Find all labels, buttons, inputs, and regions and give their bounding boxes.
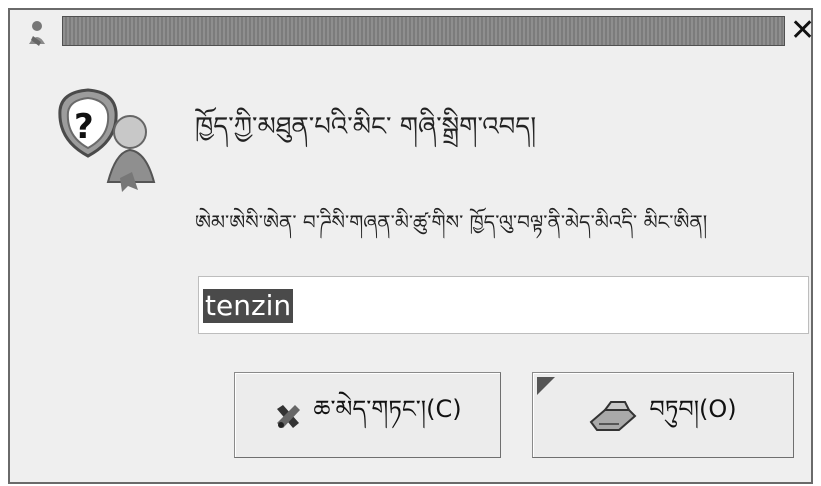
cancel-button[interactable]: ཆ་མེད་གཏང་།(C)	[234, 372, 501, 458]
ok-button-label: བཏུབ།(O)	[649, 394, 737, 423]
svg-text:?: ?	[74, 107, 94, 147]
title-bar-fill	[62, 16, 785, 46]
user-icon	[29, 21, 45, 46]
name-input[interactable]: tenzin	[198, 276, 809, 334]
user-question-icon: ?	[58, 88, 156, 192]
cancel-icon	[277, 405, 301, 428]
ok-icon	[589, 401, 637, 431]
ok-button[interactable]: བཏུབ།(O)	[532, 372, 794, 458]
dialog-title: ཁྱོད་ཀྱི་མཐུན་པའི་མིང་ གཞི་སྒྲིག་འབད།	[195, 112, 537, 142]
cancel-button-label: ཆ་མེད་གཏང་།(C)	[313, 394, 462, 423]
close-button[interactable]: ✕	[790, 14, 815, 48]
dialog-message: ཨེམ་ཨེསི་ཨེན་ བ་ཌིསི་གཞན་མི་ཚུ་གིས་ ཁྱོད…	[195, 210, 708, 234]
title-bar[interactable]: ✕	[10, 10, 815, 56]
name-input-value: tenzin	[203, 289, 294, 323]
dialog-window: ✕ ? ཁྱོད་ཀྱི་མཐུན་པའི་མིང་ གཞི་སྒྲིག་འབད…	[8, 8, 815, 484]
